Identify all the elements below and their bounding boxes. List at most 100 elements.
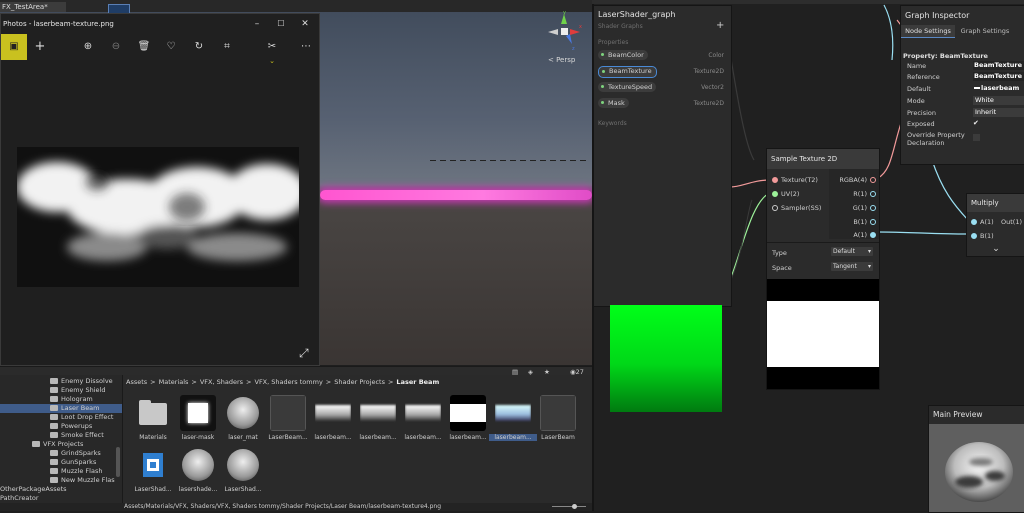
zoom-out-icon[interactable]: ⊖ xyxy=(109,40,123,54)
asset-grid: Assets>Materials>VFX, Shaders>VFX, Shade… xyxy=(122,375,593,503)
hierarchy-item[interactable]: PathCreator xyxy=(0,494,122,503)
port-r-output[interactable]: R(1) xyxy=(853,190,879,198)
reference-field[interactable]: BeamTexture xyxy=(973,72,1024,81)
port-sampler-input[interactable]: Sampler(SS) xyxy=(769,204,821,212)
project-hierarchy: Enemy DissolveEnemy ShieldHologramLaser … xyxy=(0,375,122,503)
breadcrumb-item[interactable]: VFX, Shaders xyxy=(200,378,243,386)
blackboard-property[interactable]: BeamColor xyxy=(598,50,648,60)
multiply-node[interactable]: Multiply A(1) B(1) Out(1) ⌄ xyxy=(966,193,1024,257)
port-b-input[interactable]: B(1) xyxy=(968,232,994,240)
override-checkbox[interactable] xyxy=(973,134,980,141)
photos-window-title: Photos - laserbeam-texture.png xyxy=(3,20,114,28)
selected-asset-path: Assets/Materials/VFX, Shaders/VFX, Shade… xyxy=(122,503,441,510)
favorite-icon[interactable]: ♡ xyxy=(164,40,178,54)
laser-beam-object[interactable] xyxy=(320,190,592,200)
delete-icon[interactable]: 🗑 xyxy=(137,40,151,54)
add-property-button[interactable]: + xyxy=(716,20,724,31)
fullscreen-icon[interactable]: ⤢ xyxy=(299,346,309,361)
add-icon[interactable]: + xyxy=(33,40,47,54)
blackboard-property[interactable]: BeamTexture xyxy=(598,66,657,78)
asset-tile[interactable]: laser_mat xyxy=(223,395,263,445)
port-a-output[interactable]: A(1) xyxy=(853,231,879,239)
override-label-line2: Declaration xyxy=(907,139,944,147)
type-dropdown[interactable]: Default xyxy=(831,247,873,256)
blackboard-property[interactable]: TextureSpeed xyxy=(598,82,656,92)
more-icon[interactable]: ⋯ xyxy=(299,40,313,54)
mode-dropdown[interactable]: White xyxy=(973,96,1024,105)
tab-graph-settings[interactable]: Graph Settings xyxy=(957,25,1013,37)
hierarchy-item-label: Enemy Dissolve xyxy=(61,377,113,385)
asset-tile[interactable]: LaserShad... xyxy=(223,447,263,497)
tab-node-settings[interactable]: Node Settings xyxy=(901,25,955,38)
asset-tile[interactable]: lasershade... xyxy=(178,447,218,497)
asset-tile[interactable]: laserbeam... xyxy=(403,395,443,445)
expand-preview-icon[interactable]: ⌄ xyxy=(967,244,1024,256)
port-uv-input[interactable]: UV(2) xyxy=(769,190,799,198)
breadcrumb-item[interactable]: Shader Projects xyxy=(334,378,385,386)
asset-label: LaserBeam xyxy=(534,434,582,441)
asset-thumbnail xyxy=(540,395,576,431)
close-button[interactable]: ✕ xyxy=(297,18,313,30)
blackboard-property[interactable]: Mask xyxy=(598,98,629,108)
asset-tile[interactable]: laserbeam... xyxy=(313,395,353,445)
laserbeam-texture-image xyxy=(17,147,299,287)
crop-icon[interactable]: ⌗ xyxy=(220,40,234,54)
asset-tile[interactable]: LaserBeam... xyxy=(268,395,308,445)
breadcrumb-item[interactable]: Materials xyxy=(159,378,189,386)
folder-icon xyxy=(50,396,58,402)
asset-tile[interactable]: laserbeam... xyxy=(448,395,488,445)
breadcrumb-item[interactable]: VFX, Shaders tommy xyxy=(255,378,323,386)
breadcrumb-separator: > xyxy=(150,378,155,386)
thumbnail-size-slider[interactable] xyxy=(552,506,586,507)
port-g-output[interactable]: G(1) xyxy=(853,204,879,212)
space-dropdown[interactable]: Tangent xyxy=(831,262,873,271)
rotate-icon[interactable]: ↻ xyxy=(192,40,206,54)
hierarchy-item-label: Hologram xyxy=(61,395,93,403)
orientation-gizmo[interactable]: y x z xyxy=(544,10,584,54)
port-out-output[interactable]: Out(1) xyxy=(1001,218,1022,226)
folder-icon xyxy=(50,468,58,474)
edit-icon[interactable]: ✂⌄ xyxy=(265,40,279,54)
asset-thumbnail xyxy=(135,447,171,483)
projection-label[interactable]: < Persp xyxy=(548,56,575,64)
asset-thumbnail xyxy=(405,395,441,431)
property-header: Property: BeamTexture xyxy=(903,52,988,60)
breadcrumb-bar: Assets>Materials>VFX, Shaders>VFX, Shade… xyxy=(123,375,593,389)
asset-tile[interactable]: LaserShad... xyxy=(133,447,173,497)
type-label: Type xyxy=(772,249,787,257)
asset-label: Materials xyxy=(129,434,177,441)
folder-icon xyxy=(32,441,40,447)
home-icon[interactable]: ▣ xyxy=(1,34,27,60)
hierarchy-item[interactable]: OtherPackageAssets xyxy=(0,485,122,494)
asset-tile[interactable]: LaserBeam xyxy=(538,395,578,445)
asset-tile[interactable]: laser-mask xyxy=(178,395,218,445)
maximize-button[interactable]: ☐ xyxy=(273,18,289,30)
asset-thumbnail xyxy=(225,395,261,431)
preview-sphere[interactable] xyxy=(929,424,1024,512)
default-texture-field[interactable]: laserbeam xyxy=(973,84,1024,93)
asset-label: LaserShad... xyxy=(219,486,267,493)
breadcrumb-item[interactable]: Assets xyxy=(126,378,147,386)
port-a-input[interactable]: A(1) xyxy=(968,218,994,226)
port-rgba-output[interactable]: RGBA(4) xyxy=(839,176,879,184)
exposed-checkbox[interactable]: ✔ xyxy=(973,119,979,127)
minimize-button[interactable]: – xyxy=(249,18,265,30)
breadcrumb-separator: > xyxy=(388,378,393,386)
folder-icon xyxy=(50,477,58,483)
port-b-output[interactable]: B(1) xyxy=(853,218,879,226)
zoom-in-icon[interactable]: ⊕ xyxy=(81,40,95,54)
hierarchy-item-label: Smoke Effect xyxy=(61,431,104,439)
hierarchy-scrollbar[interactable] xyxy=(116,447,120,477)
asset-tile[interactable]: Materials xyxy=(133,395,173,445)
name-field[interactable]: BeamTexture xyxy=(973,61,1024,70)
status-bar: Assets/Materials/VFX, Shaders/VFX, Shade… xyxy=(122,503,592,511)
graph-inspector: Graph Inspector Node Settings Graph Sett… xyxy=(900,5,1024,165)
sample-texture-2d-node[interactable]: Sample Texture 2D Texture(T2) UV(2) Samp… xyxy=(766,148,880,390)
precision-dropdown[interactable]: Inherit xyxy=(973,108,1024,117)
asset-tile[interactable]: laserbeam... xyxy=(358,395,398,445)
scene-tab[interactable]: FX_TestArea* xyxy=(0,2,66,12)
space-label: Space xyxy=(772,264,792,272)
status-bar-left xyxy=(0,503,122,511)
asset-tile[interactable]: laserbeam... xyxy=(493,395,533,445)
port-texture-input[interactable]: Texture(T2) xyxy=(769,176,818,184)
